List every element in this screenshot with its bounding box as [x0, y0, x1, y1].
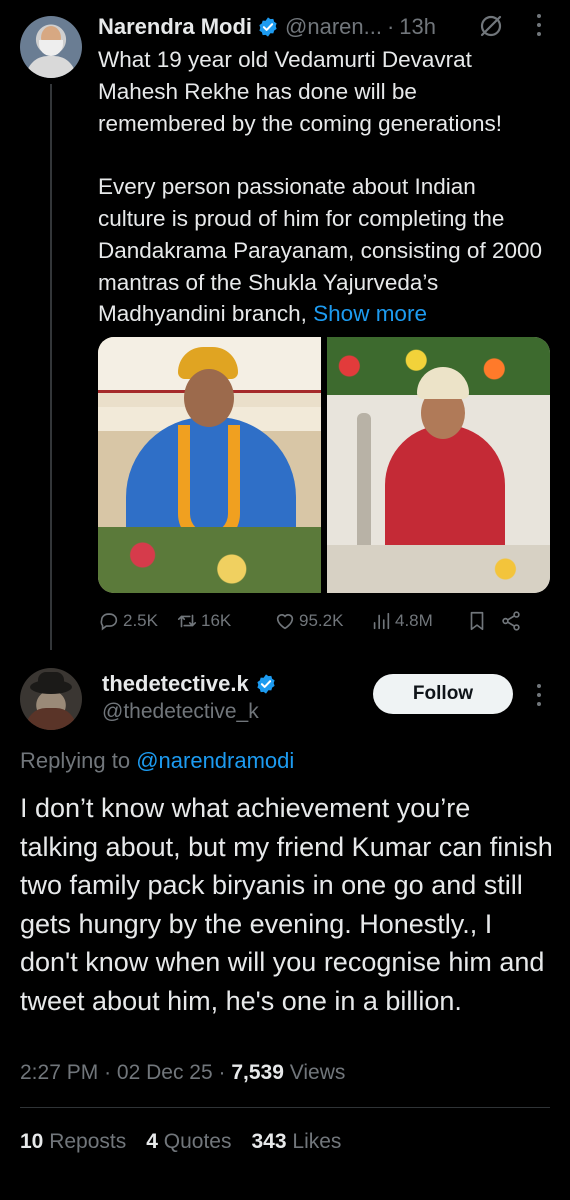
reply-button[interactable]: 2.5K — [98, 610, 176, 632]
tweet-time[interactable]: 2:27 PM — [20, 1061, 98, 1084]
more-icon[interactable] — [530, 684, 548, 710]
like-button[interactable]: 95.2K — [274, 610, 370, 632]
reply-tweet: thedetective.k @thedetective_k Follow Re… — [0, 650, 570, 1200]
photo-2[interactable] — [327, 337, 550, 593]
repost-button[interactable]: 16K — [176, 610, 274, 632]
reply-count: 2.5K — [123, 611, 158, 630]
reply-text: I don’t know what achievement you’re tal… — [20, 793, 553, 1016]
replying-to: Replying to @narendramodi — [20, 748, 294, 774]
views-label: Views — [289, 1061, 346, 1084]
replying-mention[interactable]: @narendramodi — [136, 748, 294, 773]
tweet-meta: 2:27 PM · 02 Dec 25 · 7,539 Views — [20, 1061, 345, 1085]
replying-prefix: Replying to — [20, 748, 131, 773]
like-count: 95.2K — [299, 611, 344, 630]
views-button[interactable]: 4.8M — [370, 610, 466, 632]
tweet-actions: 2.5K 16K 95.2K 4.8M — [98, 606, 548, 636]
more-icon[interactable] — [530, 14, 548, 40]
avatar[interactable] — [20, 668, 82, 730]
tweet-paragraph: What 19 year old Vedamurti Devavrat Mahe… — [98, 47, 502, 136]
verified-icon — [257, 674, 275, 694]
separator-dot: · — [104, 1061, 112, 1084]
grok-icon[interactable] — [478, 13, 504, 39]
repost-count: 16K — [201, 611, 232, 630]
like-icon — [276, 614, 294, 630]
bookmark-icon — [470, 611, 484, 631]
author-handle[interactable]: @naren... — [285, 14, 382, 40]
author-handle[interactable]: @thedetective_k — [102, 700, 259, 724]
tweet-text: What 19 year old Vedamurti Devavrat Mahe… — [98, 44, 548, 330]
divider — [20, 1107, 550, 1108]
parent-tweet[interactable]: Narendra Modi @naren... · 13h What 19 ye… — [0, 0, 570, 650]
thread-line — [50, 84, 52, 650]
bookmark-button[interactable] — [466, 610, 500, 632]
reposts-stat[interactable]: 10 Reposts — [20, 1130, 126, 1154]
show-more-link[interactable]: Show more — [313, 301, 427, 326]
avatar[interactable] — [20, 16, 82, 78]
tweet-time[interactable]: 13h — [399, 14, 436, 40]
quotes-stat[interactable]: 4 Quotes — [146, 1130, 231, 1154]
author-name[interactable]: Narendra Modi — [98, 14, 252, 40]
likes-stat[interactable]: 343 Likes — [252, 1130, 342, 1154]
engagement-stats: 10 Reposts 4 Quotes 343 Likes — [20, 1130, 341, 1154]
views-count: 4.8M — [395, 611, 433, 630]
reply-icon — [100, 613, 118, 631]
photo-1[interactable] — [98, 337, 321, 593]
share-icon — [502, 611, 520, 631]
tweet-header: Narendra Modi @naren... · 13h — [98, 12, 436, 42]
media-grid — [98, 337, 550, 593]
share-button[interactable] — [500, 610, 530, 632]
tweet-date[interactable]: 02 Dec 25 — [117, 1061, 213, 1084]
follow-button[interactable]: Follow — [373, 674, 513, 714]
repost-icon — [177, 614, 197, 628]
verified-icon — [259, 17, 277, 37]
tweet-paragraph-2: Every person passionate about Indian cul… — [98, 171, 548, 330]
reply-author[interactable]: thedetective.k — [102, 670, 283, 698]
views-icon — [373, 612, 390, 630]
separator-dot: · — [386, 14, 395, 39]
separator-dot: · — [218, 1061, 226, 1084]
author-name[interactable]: thedetective.k — [102, 671, 249, 697]
views-count: 7,539 — [231, 1061, 284, 1084]
